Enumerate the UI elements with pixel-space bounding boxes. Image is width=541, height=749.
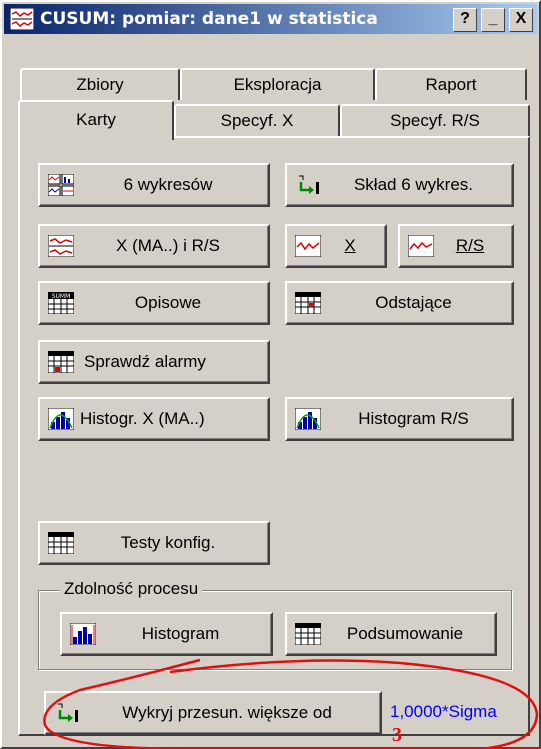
table-icon: SUMM xyxy=(48,292,74,314)
compose-six-label: Skład 6 wykres. xyxy=(353,175,474,194)
compose-six-button[interactable]: Skład 6 wykres. xyxy=(285,163,514,207)
annotation-label: 3 xyxy=(392,724,402,746)
tab-specyf-x[interactable]: Specyf. X xyxy=(174,104,340,136)
shift-value-field[interactable]: 1,0000*Sigma xyxy=(390,702,497,722)
rs-chart-button[interactable]: R/S xyxy=(398,224,514,268)
tab-specyf-rs[interactable]: Specyf. R/S xyxy=(340,104,530,136)
close-button[interactable]: X xyxy=(509,8,533,32)
tab-label: Zbiory xyxy=(76,75,124,94)
arrow-icon xyxy=(58,703,78,722)
tab-label: Specyf. X xyxy=(220,111,294,130)
outliers-button[interactable]: Odstające xyxy=(285,281,514,325)
table-icon xyxy=(48,351,74,373)
histogram-icon xyxy=(48,408,74,430)
table-icon xyxy=(48,532,74,554)
arrow-icon xyxy=(299,175,319,194)
check-alarms-button[interactable]: Sprawdź alarmy xyxy=(38,340,270,384)
six-charts-icon xyxy=(48,174,74,196)
tab-label: Karty xyxy=(76,110,116,129)
tab-label: Raport xyxy=(425,75,477,94)
histogram-button[interactable]: Histogram xyxy=(60,612,273,656)
x-chart-button[interactable]: X xyxy=(285,224,387,268)
test-config-button[interactable]: Testy konfig. xyxy=(38,521,270,565)
x-chart-label: X xyxy=(344,236,356,255)
tab-label: Specyf. R/S xyxy=(390,111,480,130)
window-title: CUSUM: pomiar: dane1 w statistica xyxy=(40,9,378,29)
histogram-x-button[interactable]: Histogr. X (MA..) xyxy=(38,397,270,441)
six-charts-button[interactable]: 6 wykresów xyxy=(38,163,270,207)
x-ma-rs-button[interactable]: X (MA..) i R/S xyxy=(38,224,270,268)
test-config-label: Testy konfig. xyxy=(120,533,216,552)
line-chart-icon xyxy=(295,235,321,257)
histogram-x-label: Histogr. X (MA..) xyxy=(80,409,205,428)
tab-eksploracja[interactable]: Eksploracja xyxy=(180,68,375,100)
x-ma-rs-label: X (MA..) i R/S xyxy=(116,236,220,255)
line-chart-icon xyxy=(408,235,434,257)
line-chart-icon xyxy=(48,235,74,257)
tab-raport[interactable]: Raport xyxy=(375,68,527,100)
rs-chart-label: R/S xyxy=(455,236,485,255)
histogram-icon xyxy=(295,408,321,430)
outliers-label: Odstające xyxy=(375,293,452,312)
svg-text:SUMM: SUMM xyxy=(52,293,71,300)
title-bar[interactable]: CUSUM: pomiar: dane1 w statistica ? _ X xyxy=(4,4,537,34)
minimize-button[interactable]: _ xyxy=(481,8,505,32)
table-icon xyxy=(295,623,321,645)
descriptive-button[interactable]: SUMM Opisowe xyxy=(38,281,270,325)
app-icon xyxy=(10,8,34,30)
help-button[interactable]: ? xyxy=(453,8,477,32)
tab-karty[interactable]: Karty xyxy=(18,100,174,140)
tab-zbiory[interactable]: Zbiory xyxy=(20,68,180,100)
check-alarms-label: Sprawdź alarmy xyxy=(84,352,206,371)
descriptive-label: Opisowe xyxy=(134,293,202,312)
detect-shift-button[interactable]: Wykryj przesun. większe od xyxy=(44,691,382,735)
detect-shift-label: Wykryj przesun. większe od xyxy=(122,703,332,722)
histogram-icon xyxy=(70,623,96,645)
histogram-rs-button[interactable]: Histogram R/S xyxy=(285,397,514,441)
table-icon xyxy=(295,292,321,314)
six-charts-label: 6 wykresów xyxy=(123,175,213,194)
capability-group-title: Zdolność procesu xyxy=(60,579,203,599)
tab-label: Eksploracja xyxy=(233,75,322,94)
summary-button[interactable]: Podsumowanie xyxy=(285,612,497,656)
summary-label: Podsumowanie xyxy=(346,624,464,643)
histogram-rs-label: Histogram R/S xyxy=(358,409,469,428)
histogram-label: Histogram xyxy=(141,624,220,643)
